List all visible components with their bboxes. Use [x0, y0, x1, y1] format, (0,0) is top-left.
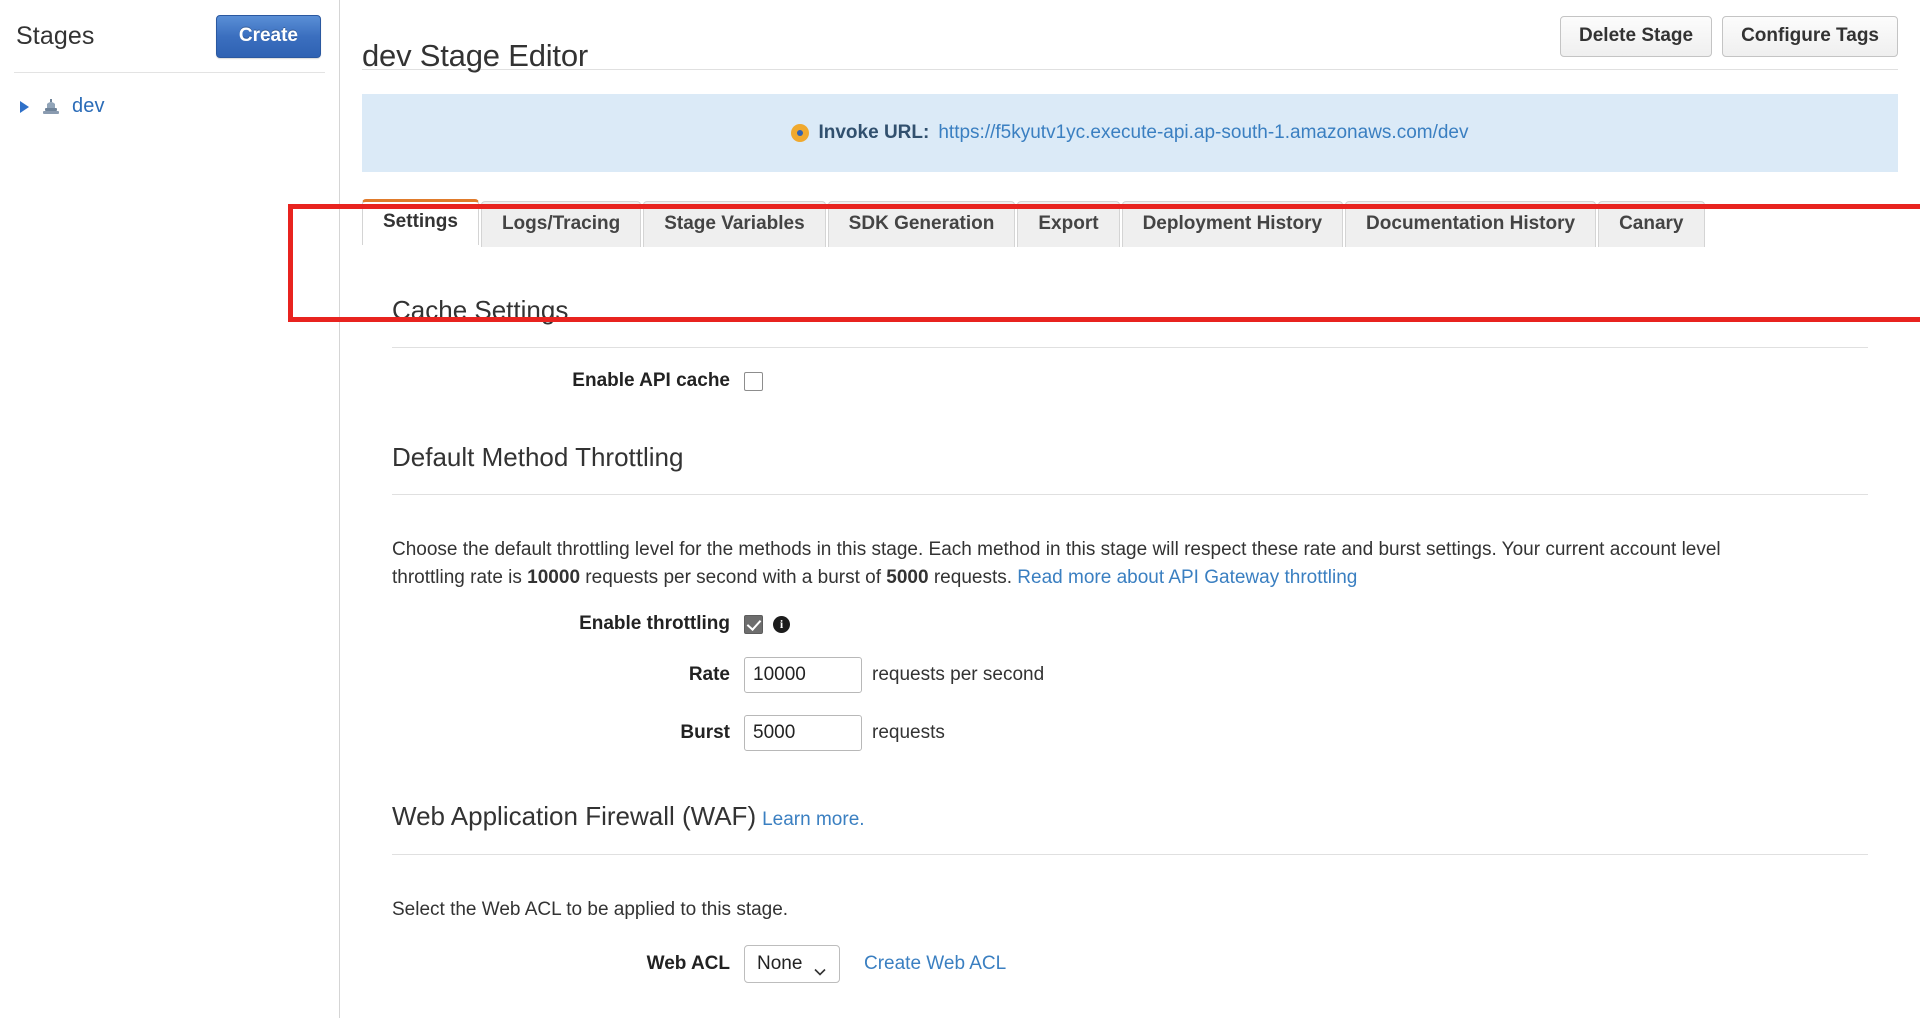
create-web-acl-link[interactable]: Create Web ACL	[864, 953, 1006, 975]
tab-documentation-history[interactable]: Documentation History	[1345, 201, 1597, 247]
rate-label: Rate	[688, 664, 730, 686]
section-divider	[392, 494, 1868, 496]
sidebar-item-dev[interactable]: dev	[0, 91, 339, 122]
delete-stage-button[interactable]: Delete Stage	[1560, 16, 1713, 57]
chevron-down-icon	[814, 960, 826, 976]
main-panel: dev Stage Editor Delete Stage Configure …	[340, 0, 1920, 1018]
enable-throttling-label: Enable throttling	[579, 613, 730, 635]
info-icon[interactable]: i	[773, 615, 790, 633]
tab-settings[interactable]: Settings	[362, 199, 479, 245]
throttling-desc-part2: requests per second with a burst of	[580, 566, 887, 588]
invoke-url-banner: Invoke URL: https://f5kyutv1yc.execute-a…	[362, 94, 1898, 172]
burst-unit-label: requests	[872, 722, 945, 744]
stages-sidebar: Stages Create dev	[0, 0, 340, 1018]
invoke-url-label: Invoke URL:	[818, 122, 930, 143]
account-rate-value: 10000	[527, 566, 581, 588]
read-more-throttling-link[interactable]: Read more about API Gateway throttling	[1017, 567, 1357, 588]
sidebar-header: Stages Create	[0, 0, 339, 72]
rate-input[interactable]	[744, 657, 862, 694]
chevron-right-icon[interactable]	[18, 100, 30, 114]
stage-tree: dev	[0, 73, 339, 122]
waf-heading: Web Application Firewall (WAF) Learn more…	[362, 773, 1898, 832]
tab-deployment-history[interactable]: Deployment History	[1121, 201, 1344, 247]
create-stage-button[interactable]: Create	[215, 14, 321, 58]
tab-stage-variables[interactable]: Stage Variables	[643, 201, 826, 247]
throttling-description: Choose the default throttling level for …	[362, 514, 1802, 591]
page-header: dev Stage Editor Delete Stage Configure …	[362, 0, 1898, 73]
account-burst-value: 5000	[886, 566, 929, 588]
tab-list: Settings Logs/Tracing Stage Variables SD…	[362, 199, 1920, 247]
tab-export[interactable]: Export	[1017, 201, 1120, 247]
tabs-container: Settings Logs/Tracing Stage Variables SD…	[340, 199, 1920, 247]
web-acl-select[interactable]: None	[744, 945, 840, 984]
rate-unit-label: requests per second	[872, 664, 1045, 686]
default-method-throttling-heading: Default Method Throttling	[392, 441, 684, 472]
throttling-desc-part3: requests.	[928, 566, 1018, 588]
burst-label: Burst	[680, 722, 730, 744]
rate-row: Rate requests per second	[362, 657, 1898, 694]
tab-canary[interactable]: Canary	[1598, 201, 1705, 247]
sidebar-item-label: dev	[72, 95, 105, 117]
tab-logs-tracing[interactable]: Logs/Tracing	[480, 201, 642, 247]
burst-input[interactable]	[744, 715, 862, 752]
burst-row: Burst requests	[362, 715, 1898, 752]
web-acl-row: Web ACL None Create Web ACL	[362, 945, 1898, 984]
cache-settings-heading: Cache Settings	[392, 294, 569, 325]
waf-description: Select the Web ACL to be applied to this…	[392, 898, 789, 920]
section-divider	[392, 853, 1868, 855]
page-title: dev Stage Editor	[362, 37, 589, 73]
header-actions: Delete Stage Configure Tags	[1560, 14, 1898, 57]
settings-tab-content: Cache Settings Enable API cache Default …	[340, 266, 1920, 984]
enable-api-cache-checkbox[interactable]	[744, 371, 763, 391]
enable-throttling-row: Enable throttling i	[362, 613, 1898, 635]
section-divider	[392, 347, 1868, 349]
web-acl-label: Web ACL	[646, 953, 730, 975]
orange-dot-icon	[791, 124, 810, 142]
sidebar-title: Stages	[16, 21, 95, 50]
enable-throttling-checkbox[interactable]	[744, 614, 763, 634]
configure-tags-button[interactable]: Configure Tags	[1722, 16, 1898, 57]
waf-learn-more-link[interactable]: Learn more.	[762, 809, 864, 830]
stage-editor-page: Stages Create dev dev Stage Editor Delet…	[0, 0, 1920, 1018]
right-edge-spacer	[1914, 0, 1920, 1018]
waf-heading-text: Web Application Firewall (WAF)	[392, 800, 757, 831]
enable-api-cache-label: Enable API cache	[572, 370, 730, 392]
tab-sdk-generation[interactable]: SDK Generation	[827, 201, 1016, 247]
invoke-url-link[interactable]: https://f5kyutv1yc.execute-api.ap-south-…	[938, 122, 1468, 144]
web-acl-selected-value: None	[757, 953, 803, 975]
enable-api-cache-row: Enable API cache	[362, 370, 1898, 392]
stage-icon	[40, 97, 62, 117]
